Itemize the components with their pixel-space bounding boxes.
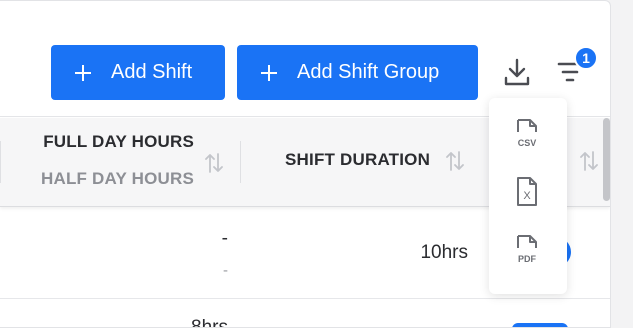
- excel-file-icon[interactable]: X: [513, 176, 541, 208]
- add-shift-group-button[interactable]: Add Shift Group: [237, 45, 478, 100]
- csv-file-icon[interactable]: CSV: [513, 118, 541, 150]
- filter-count-badge: 1: [574, 46, 598, 70]
- plus-icon: [75, 64, 91, 81]
- column-header-half-day-hours[interactable]: HALF DAY HOURS: [41, 169, 194, 189]
- status-toggle[interactable]: [512, 323, 568, 327]
- download-icon[interactable]: [503, 57, 531, 87]
- excel-label: X: [523, 190, 531, 202]
- full-day-hours-cell: 8hrs: [191, 317, 228, 328]
- column-header-shift-duration[interactable]: SHIFT DURATION: [285, 150, 430, 170]
- plus-icon: [261, 64, 277, 81]
- column-divider: [240, 141, 241, 183]
- add-shift-group-label: Add Shift Group: [297, 61, 440, 83]
- sort-icon[interactable]: [446, 150, 464, 172]
- csv-label: CSV: [518, 138, 537, 148]
- shift-duration-cell: 10hrs: [420, 242, 468, 263]
- pdf-label: PDF: [518, 254, 537, 264]
- vertical-scrollbar[interactable]: [603, 118, 610, 201]
- sort-icon[interactable]: [580, 150, 598, 172]
- half-day-hours-cell: -: [223, 262, 228, 279]
- pdf-file-icon[interactable]: PDF: [513, 234, 541, 266]
- column-header-full-day-hours[interactable]: FULL DAY HOURS: [43, 132, 194, 152]
- add-shift-button[interactable]: Add Shift: [51, 45, 225, 100]
- add-shift-label: Add Shift: [111, 61, 193, 83]
- full-day-hours-cell: -: [221, 228, 228, 249]
- download-menu: CSV X PDF: [489, 98, 567, 294]
- column-divider: [0, 141, 1, 183]
- sort-icon[interactable]: [205, 152, 223, 174]
